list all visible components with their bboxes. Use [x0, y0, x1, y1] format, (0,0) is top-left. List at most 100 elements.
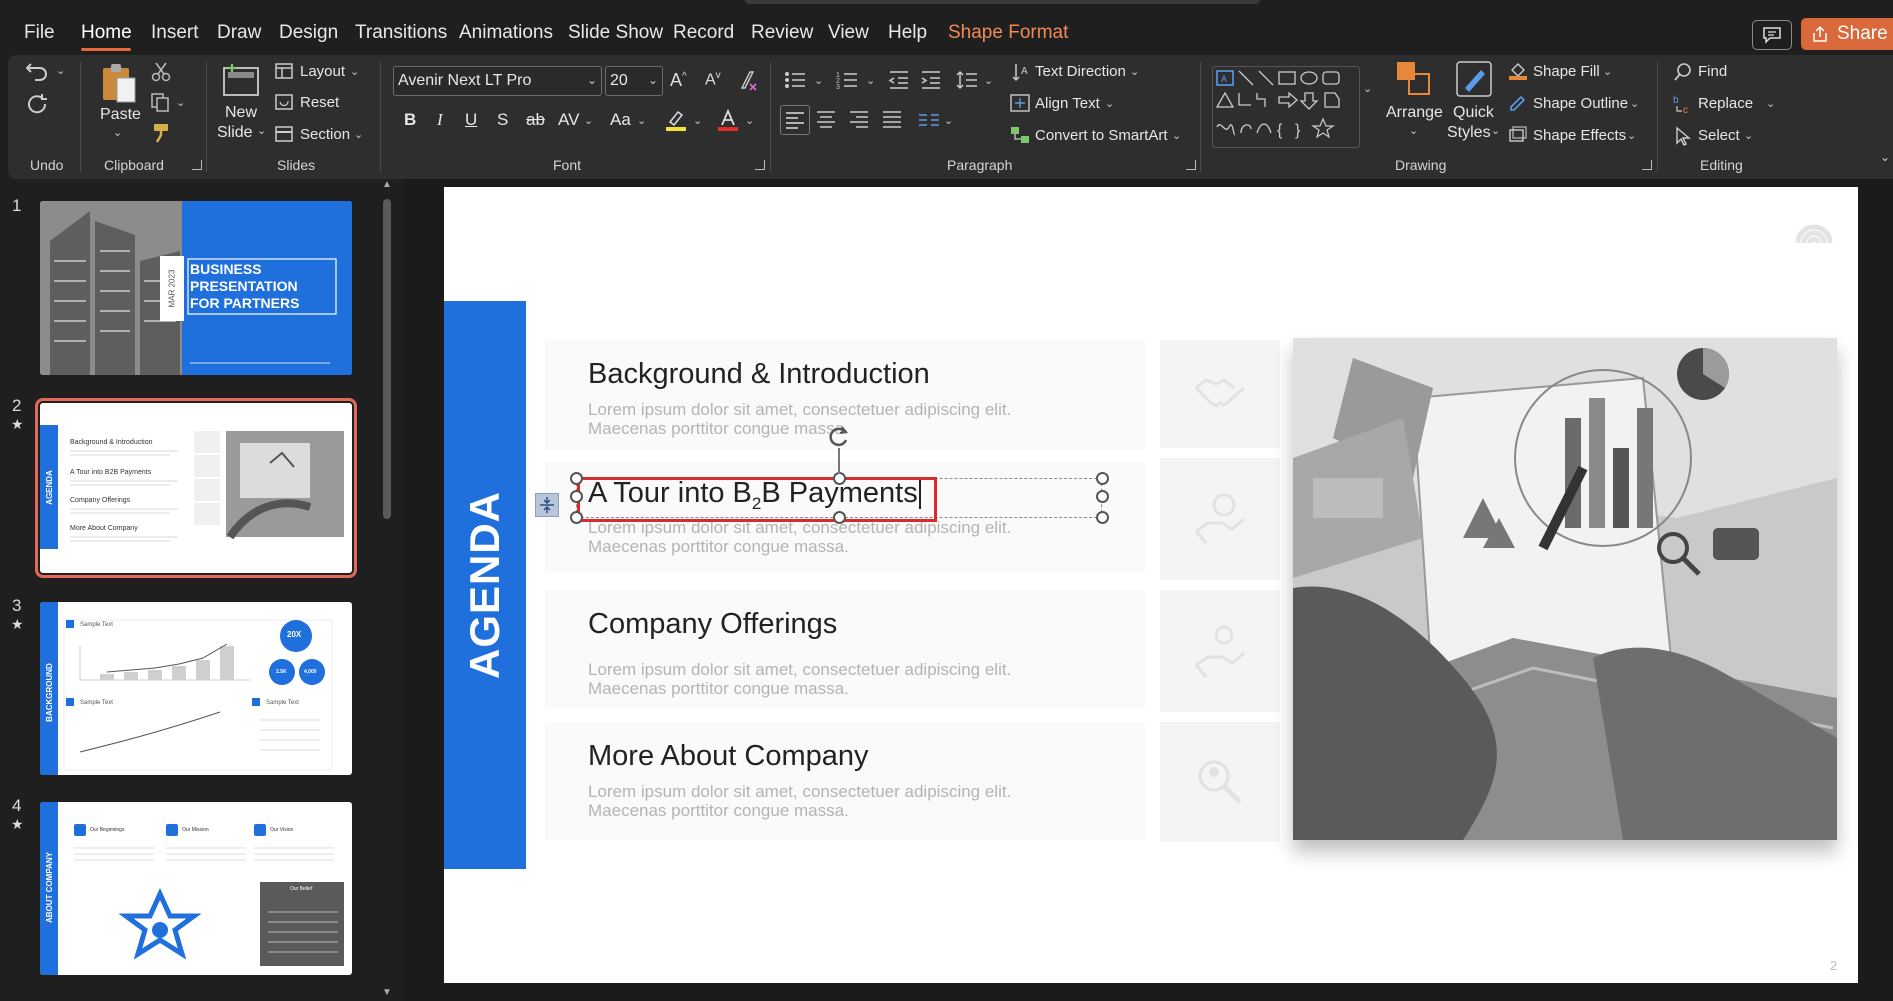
- replace-dropdown-icon[interactable]: ⌄: [1766, 97, 1775, 110]
- strikethrough-icon[interactable]: ab: [526, 110, 545, 130]
- bullets-dropdown-icon[interactable]: ⌄: [814, 74, 823, 87]
- menu-shape-format[interactable]: Shape Format: [948, 22, 1068, 44]
- scroll-down-icon[interactable]: ▼: [382, 987, 392, 998]
- font-size-combo[interactable]: 20 ⌄: [605, 66, 663, 96]
- quick-styles-icon[interactable]: [1455, 60, 1493, 98]
- clear-formatting-icon[interactable]: [736, 70, 758, 92]
- font-name-dropdown-icon[interactable]: ⌄: [587, 73, 597, 87]
- font-launcher-icon[interactable]: [755, 160, 765, 170]
- menu-slide-show[interactable]: Slide Show: [568, 22, 663, 44]
- change-case-dropdown-icon[interactable]: ⌄: [637, 114, 646, 127]
- reset-icon[interactable]: [275, 94, 293, 110]
- numbering-dropdown-icon[interactable]: ⌄: [866, 74, 875, 87]
- align-center-icon[interactable]: [815, 110, 837, 130]
- columns-dropdown-icon[interactable]: ⌄: [944, 114, 953, 127]
- share-button[interactable]: Share: [1801, 18, 1893, 50]
- quick-styles-dropdown-icon[interactable]: ⌄: [1491, 124, 1500, 137]
- business-photo[interactable]: [1293, 338, 1837, 840]
- shape-fill-dropdown-icon[interactable]: ⌄: [1603, 65, 1612, 78]
- slide-thumbnail-2[interactable]: AGENDA Background & Introduction A Tour …: [35, 398, 357, 578]
- paste-icon[interactable]: [99, 60, 139, 104]
- menu-transitions[interactable]: Transitions: [355, 22, 447, 44]
- layout-icon[interactable]: [275, 63, 293, 79]
- text-direction-icon[interactable]: A: [1012, 62, 1030, 82]
- thumbnail-scrollbar[interactable]: ▲ ▼: [380, 179, 394, 1001]
- menu-help[interactable]: Help: [888, 22, 927, 44]
- character-spacing-icon[interactable]: AV: [558, 110, 579, 130]
- menu-review[interactable]: Review: [751, 22, 813, 44]
- new-slide-icon[interactable]: [222, 62, 262, 98]
- scroll-up-icon[interactable]: ▲: [382, 179, 392, 190]
- replace-label[interactable]: Replace: [1698, 95, 1753, 112]
- line-spacing-icon[interactable]: [956, 70, 978, 90]
- shadow-icon[interactable]: S: [497, 110, 508, 130]
- slide-thumbnail-4[interactable]: ABOUT COMPANY Our Beginnings Our Mission…: [40, 802, 352, 975]
- smartart-icon[interactable]: [1010, 126, 1030, 144]
- shape-outline-icon[interactable]: [1508, 94, 1528, 112]
- shapes-gallery[interactable]: A {}: [1212, 66, 1360, 148]
- scrollbar-thumb[interactable]: [383, 199, 391, 519]
- replace-icon[interactable]: bc: [1673, 94, 1693, 114]
- new-slide-dropdown-icon[interactable]: ⌄: [257, 124, 266, 137]
- layout-label[interactable]: Layout: [300, 63, 345, 80]
- resize-handle-bottom[interactable]: [833, 511, 846, 524]
- section-dropdown-icon[interactable]: ⌄: [354, 128, 363, 141]
- justify-icon[interactable]: [881, 110, 903, 130]
- increase-font-icon[interactable]: A^: [670, 70, 687, 91]
- bullets-icon[interactable]: [784, 70, 806, 90]
- decrease-font-icon[interactable]: Av: [705, 70, 721, 89]
- clipboard-launcher-icon[interactable]: [192, 160, 202, 170]
- shapes-gallery-scroll-icon[interactable]: ⌄: [1363, 82, 1372, 95]
- font-size-dropdown-icon[interactable]: ⌄: [648, 73, 658, 87]
- numbering-icon[interactable]: 123: [836, 70, 858, 90]
- copy-icon[interactable]: [150, 92, 172, 112]
- redo-icon[interactable]: [25, 92, 51, 118]
- resize-handle-bottom-left[interactable]: [570, 511, 583, 524]
- menu-file[interactable]: File: [24, 22, 55, 44]
- menu-animations[interactable]: Animations: [459, 22, 553, 44]
- convert-smartart-dropdown-icon[interactable]: ⌄: [1172, 129, 1181, 142]
- menu-design[interactable]: Design: [279, 22, 338, 44]
- paragraph-launcher-icon[interactable]: [1186, 160, 1196, 170]
- find-icon[interactable]: [1673, 62, 1693, 82]
- font-name-combo[interactable]: Avenir Next LT Pro ⌄: [393, 66, 602, 96]
- agenda-item-title-3[interactable]: Company Offerings: [588, 608, 837, 641]
- increase-indent-icon[interactable]: [920, 70, 942, 90]
- slide-thumbnail-3[interactable]: BACKGROUND Sample Text Sample Text Sampl…: [40, 602, 352, 775]
- comments-button[interactable]: [1752, 20, 1792, 50]
- line-spacing-dropdown-icon[interactable]: ⌄: [984, 74, 993, 87]
- text-direction-dropdown-icon[interactable]: ⌄: [1130, 65, 1139, 78]
- align-text-label[interactable]: Align Text: [1035, 95, 1100, 112]
- menu-view[interactable]: View: [828, 22, 869, 44]
- select-dropdown-icon[interactable]: ⌄: [1744, 129, 1753, 142]
- agenda-item-desc-3[interactable]: Lorem ipsum dolor sit amet, consectetuer…: [588, 660, 1148, 698]
- drawing-launcher-icon[interactable]: [1642, 160, 1652, 170]
- slide-thumbnail-1[interactable]: MAR 2023 BUSINESS PRESENTATION FOR PARTN…: [40, 201, 352, 375]
- find-label[interactable]: Find: [1698, 63, 1727, 80]
- resize-handle-right[interactable]: [1096, 490, 1109, 503]
- section-icon[interactable]: [275, 126, 293, 142]
- menu-record[interactable]: Record: [673, 22, 734, 44]
- align-text-icon[interactable]: [1010, 94, 1030, 112]
- font-color-dropdown-icon[interactable]: ⌄: [745, 114, 754, 127]
- resize-handle-top-left[interactable]: [570, 472, 583, 485]
- menu-draw[interactable]: Draw: [217, 22, 261, 44]
- font-color-icon[interactable]: [716, 108, 740, 132]
- shape-fill-icon[interactable]: [1508, 62, 1528, 80]
- character-spacing-dropdown-icon[interactable]: ⌄: [584, 114, 593, 127]
- highlight-icon[interactable]: [664, 108, 688, 132]
- format-painter-icon[interactable]: [150, 122, 172, 144]
- shape-effects-icon[interactable]: [1508, 126, 1528, 144]
- shape-effects-dropdown-icon[interactable]: ⌄: [1627, 129, 1636, 142]
- agenda-item-desc-1[interactable]: Lorem ipsum dolor sit amet, consectetuer…: [588, 400, 1148, 438]
- align-left-button[interactable]: [780, 105, 810, 135]
- reset-label[interactable]: Reset: [300, 94, 339, 111]
- resize-handle-bottom-right[interactable]: [1096, 511, 1109, 524]
- align-text-dropdown-icon[interactable]: ⌄: [1105, 97, 1114, 110]
- shape-outline-label[interactable]: Shape Outline: [1533, 95, 1628, 112]
- decrease-indent-icon[interactable]: [888, 70, 910, 90]
- arrange-icon[interactable]: [1395, 60, 1433, 98]
- resize-handle-top-right[interactable]: [1096, 472, 1109, 485]
- new-slide-label-2[interactable]: Slide: [217, 124, 253, 142]
- agenda-item-title-4[interactable]: More About Company: [588, 740, 868, 773]
